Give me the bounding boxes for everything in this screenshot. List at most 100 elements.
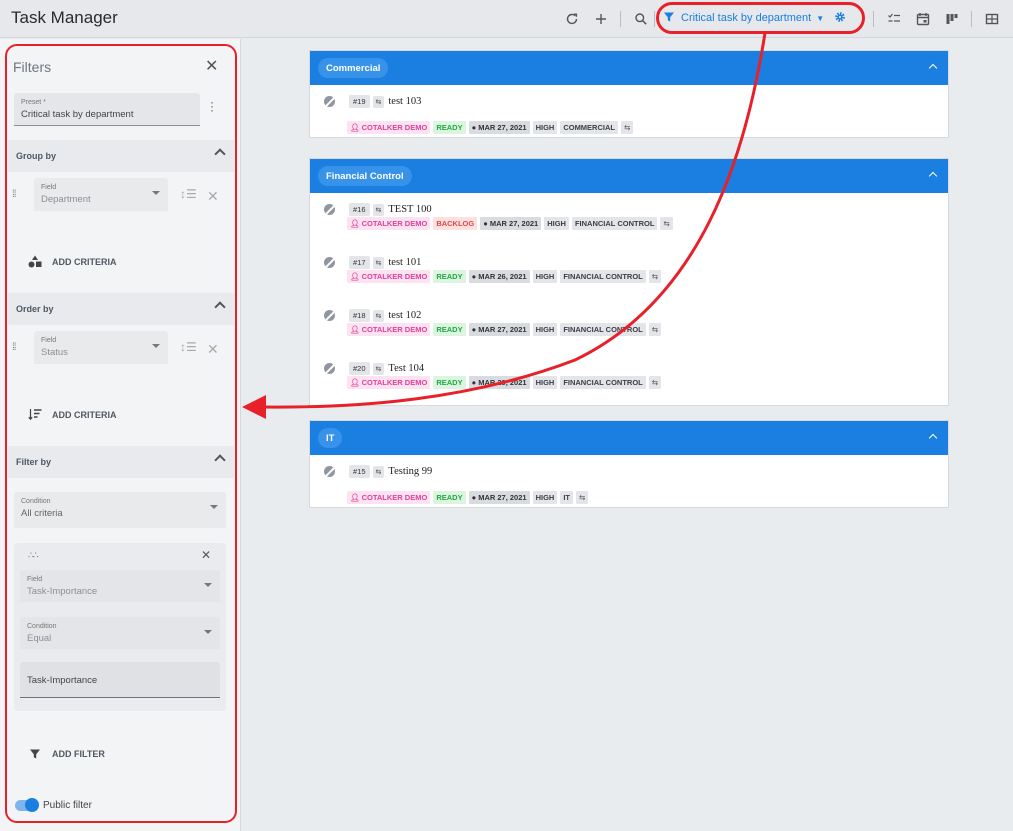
order-add-criteria-button[interactable]: ADD CRITERIA bbox=[28, 408, 117, 421]
status-tag[interactable]: READY bbox=[433, 491, 466, 504]
task-name[interactable]: Testing 99 bbox=[388, 466, 432, 477]
task-row[interactable]: #18 ⇆ test 102 👤︎ COTALKER DEMO READY ● MAR 2… bbox=[310, 299, 948, 352]
priority-tag[interactable]: HIGH bbox=[532, 121, 558, 134]
chevron-up-icon bbox=[214, 301, 226, 313]
public-filter-toggle[interactable] bbox=[15, 798, 39, 812]
due-date-tag[interactable]: ● MAR 26, 2021 bbox=[468, 270, 530, 283]
filter-by-header[interactable]: Filter by bbox=[8, 446, 234, 478]
task-status-icon[interactable] bbox=[324, 204, 335, 215]
refresh-icon[interactable] bbox=[563, 10, 581, 28]
priority-tag[interactable]: HIGH bbox=[532, 376, 558, 389]
add-filter-button[interactable]: ADD FILTER bbox=[28, 748, 105, 760]
subtask-icon: ⇆ bbox=[648, 270, 662, 283]
clock-icon: ● bbox=[471, 325, 477, 334]
status-tag[interactable]: READY bbox=[433, 323, 466, 336]
department-tag[interactable]: COMMERCIAL bbox=[560, 121, 618, 134]
task-row[interactable]: #19 ⇆ test 103 👤︎ COTALKER DEMO READY ● MAR 2… bbox=[310, 85, 948, 137]
task-status-icon[interactable] bbox=[324, 466, 335, 477]
priority-tag[interactable]: HIGH bbox=[532, 323, 558, 336]
assignee-tag[interactable]: 👤︎ COTALKER DEMO bbox=[347, 121, 431, 134]
due-date-tag[interactable]: ● MAR 29, 2021 bbox=[468, 376, 530, 389]
department-tag[interactable]: FINANCIAL CONTROL bbox=[560, 323, 646, 336]
due-date-tag[interactable]: ● MAR 27, 2021 bbox=[468, 491, 530, 504]
subtask-icon: ⇆ bbox=[620, 121, 634, 134]
group-add-criteria-button[interactable]: ADD CRITERIA bbox=[28, 255, 117, 268]
drag-dots-icon[interactable]: ∴∴ bbox=[28, 550, 39, 561]
task-name[interactable]: Test 104 bbox=[388, 363, 424, 374]
order-add-criteria-label: ADD CRITERIA bbox=[52, 409, 117, 420]
kebab-menu-icon[interactable]: · · · bbox=[210, 96, 214, 116]
preset-field[interactable]: Preset * Critical task by department bbox=[14, 93, 200, 126]
task-name[interactable]: test 101 bbox=[388, 257, 421, 268]
task-status-icon[interactable] bbox=[324, 257, 335, 268]
remove-filter-icon[interactable]: ✕ bbox=[201, 548, 211, 562]
assignee-tag[interactable]: 👤︎ COTALKER DEMO bbox=[347, 270, 431, 283]
task-row[interactable]: #16 ⇆ TEST 100 👤︎ COTALKER DEMO BACKLOG ● MAR… bbox=[310, 193, 948, 246]
group-header[interactable]: Commercial bbox=[310, 51, 948, 85]
priority-tag[interactable]: HIGH bbox=[544, 217, 569, 230]
preset-selector[interactable]: Critical task by department ▼ bbox=[663, 7, 846, 29]
department-tag[interactable]: FINANCIAL CONTROL bbox=[560, 270, 646, 283]
drag-handle-icon[interactable]: ⁞⁞ bbox=[12, 189, 16, 200]
task-status-icon[interactable] bbox=[324, 363, 335, 374]
chevron-up-icon[interactable] bbox=[928, 171, 938, 181]
preset-field-label: Preset * bbox=[21, 99, 46, 106]
status-tag[interactable]: READY bbox=[433, 270, 466, 283]
group-header[interactable]: IT bbox=[310, 421, 948, 455]
assignee-tag[interactable]: 👤︎ COTALKER DEMO bbox=[347, 376, 431, 389]
remove-icon[interactable]: ✕ bbox=[207, 188, 219, 205]
search-icon[interactable] bbox=[632, 10, 650, 28]
task-status-icon[interactable] bbox=[324, 96, 335, 107]
department-tag[interactable]: IT bbox=[560, 491, 573, 504]
calendar-icon[interactable] bbox=[914, 10, 932, 28]
chevron-up-icon[interactable] bbox=[928, 63, 938, 73]
order-by-field[interactable]: Field Status bbox=[34, 331, 168, 364]
gear-icon[interactable] bbox=[834, 11, 846, 26]
due-date-tag[interactable]: ● MAR 27, 2021 bbox=[468, 121, 530, 134]
group-by-header[interactable]: Group by bbox=[8, 140, 234, 172]
sort-icon[interactable]: ↕☰ bbox=[180, 187, 197, 201]
sort-icon[interactable]: ↕☰ bbox=[180, 340, 197, 354]
task-number: #19 bbox=[349, 95, 370, 108]
group-header[interactable]: Financial Control bbox=[310, 159, 948, 193]
task-row[interactable]: #15 ⇆ Testing 99 👤︎ COTALKER DEMO READY ● MAR… bbox=[310, 455, 948, 507]
due-date-tag[interactable]: ● MAR 27, 2021 bbox=[480, 217, 542, 230]
table-icon[interactable] bbox=[983, 10, 1001, 28]
task-name[interactable]: TEST 100 bbox=[388, 204, 431, 215]
checklist-icon[interactable] bbox=[885, 10, 903, 28]
task-row[interactable]: #20 ⇆ Test 104 👤︎ COTALKER DEMO READY ● MAR 2… bbox=[310, 352, 948, 405]
remove-icon[interactable]: ✕ bbox=[207, 341, 219, 358]
order-by-header[interactable]: Order by bbox=[8, 293, 234, 325]
task-name[interactable]: test 103 bbox=[388, 96, 421, 107]
filter-value-input[interactable]: Task-Importance bbox=[20, 662, 220, 698]
task-row[interactable]: #17 ⇆ test 101 👤︎ COTALKER DEMO READY ● MAR 2… bbox=[310, 246, 948, 299]
filter-field-field[interactable]: Field Task-Importance bbox=[20, 570, 220, 602]
status-tag[interactable]: READY bbox=[433, 121, 466, 134]
due-date-tag[interactable]: ● MAR 27, 2021 bbox=[468, 323, 530, 336]
filter-operator-field[interactable]: Condition Equal bbox=[20, 617, 220, 649]
department-tag[interactable]: FINANCIAL CONTROL bbox=[560, 376, 646, 389]
filter-by-title: Filter by bbox=[16, 457, 52, 467]
group-by-field[interactable]: Field Department bbox=[34, 178, 168, 211]
department-tag[interactable]: FINANCIAL CONTROL bbox=[571, 217, 658, 230]
status-tag[interactable]: BACKLOG bbox=[433, 217, 478, 230]
shapes-icon bbox=[28, 255, 42, 268]
filter-condition-field[interactable]: Condition All criteria bbox=[14, 492, 226, 528]
chevron-up-icon[interactable] bbox=[928, 433, 938, 443]
priority-tag[interactable]: HIGH bbox=[532, 491, 558, 504]
close-icon[interactable]: ✕ bbox=[205, 59, 218, 75]
subtask-icon: ⇆ bbox=[372, 465, 385, 478]
due-date-value: MAR 29, 2021 bbox=[478, 378, 527, 387]
assignee-tag[interactable]: 👤︎ COTALKER DEMO bbox=[347, 323, 431, 336]
priority-tag[interactable]: HIGH bbox=[532, 270, 558, 283]
plus-icon[interactable] bbox=[592, 10, 610, 28]
task-status-icon[interactable] bbox=[324, 310, 335, 321]
assignee-name: COTALKER DEMO bbox=[361, 493, 428, 502]
task-name[interactable]: test 102 bbox=[388, 310, 421, 321]
status-tag[interactable]: READY bbox=[433, 376, 466, 389]
assignee-tag[interactable]: 👤︎ COTALKER DEMO bbox=[347, 491, 431, 504]
assignee-tag[interactable]: 👤︎ COTALKER DEMO bbox=[347, 217, 431, 230]
group-name: Financial Control bbox=[318, 166, 412, 186]
kanban-icon[interactable] bbox=[943, 10, 961, 28]
drag-handle-icon[interactable]: ⁞⁞ bbox=[12, 342, 16, 353]
